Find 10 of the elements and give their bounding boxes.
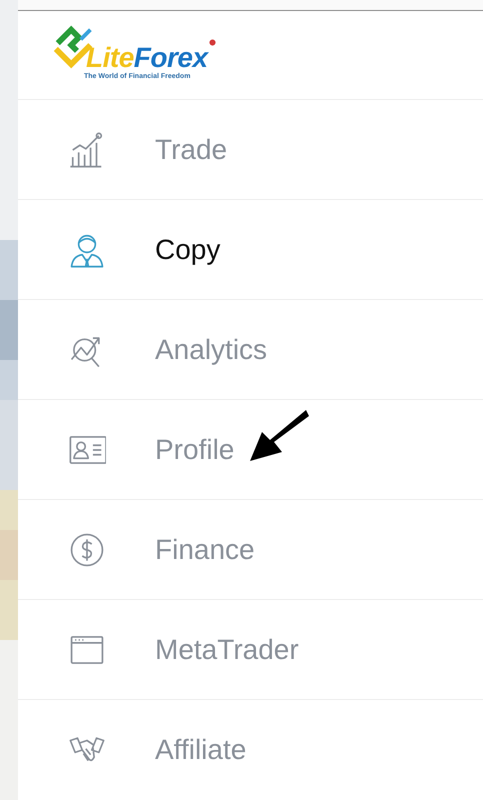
menu-item[interactable]: MetaTrader bbox=[18, 600, 483, 700]
pointer-arrow bbox=[250, 408, 310, 462]
registered-icon bbox=[208, 39, 216, 46]
logo-text: LiteForex bbox=[86, 44, 208, 72]
menu-item[interactable]: Copy bbox=[18, 200, 483, 300]
menu-item[interactable]: Trade bbox=[18, 100, 483, 200]
menu-item[interactable]: Affiliate bbox=[18, 700, 483, 800]
menu-item[interactable]: Finance bbox=[18, 500, 483, 600]
menu-item[interactable]: Analytics bbox=[18, 300, 483, 400]
dollar-coin-icon bbox=[68, 530, 106, 568]
